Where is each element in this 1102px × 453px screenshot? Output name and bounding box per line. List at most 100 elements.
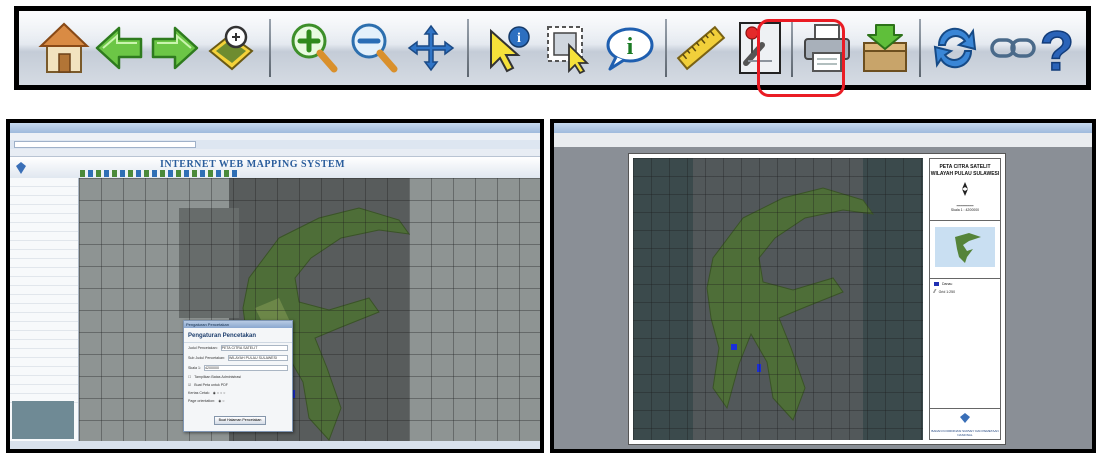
legend-title-line1: PETA CITRA SATELIT — [939, 164, 991, 170]
layer-row[interactable] — [10, 259, 78, 268]
toolbar-separator — [467, 19, 469, 77]
pdf-document-area: PETA CITRA SATELIT WILAYAH PULAU SULAWES… — [554, 147, 1092, 449]
layer-row[interactable] — [10, 349, 78, 358]
agency-name: BADAN KOORDINASI SURVEY DAN PEMETAAN NAS… — [931, 429, 999, 437]
map-view[interactable]: Pengaturan Pencetakan Pengaturan Penceta… — [79, 178, 540, 441]
help-button[interactable]: ? — [1029, 17, 1085, 79]
scale-input[interactable]: 4200000 — [204, 365, 288, 371]
layer-row[interactable] — [10, 295, 78, 304]
layer-row[interactable] — [10, 241, 78, 250]
layer-row[interactable] — [10, 232, 78, 241]
zoom-in-icon — [291, 23, 338, 73]
layer-row[interactable] — [10, 223, 78, 232]
web-mapping-screenshot: INTERNET WEB MAPPING SYSTEM Pengaturan P… — [6, 119, 544, 453]
forward-button[interactable] — [147, 17, 203, 79]
pdf-checkbox[interactable]: ☑ — [188, 383, 191, 387]
mini-toolbar — [80, 170, 240, 177]
agency-logo-icon — [16, 162, 26, 174]
status-bar — [10, 441, 540, 449]
layer-row[interactable] — [10, 340, 78, 349]
layer-row[interactable] — [10, 196, 78, 205]
app-header: INTERNET WEB MAPPING SYSTEM — [10, 157, 540, 179]
refresh-button[interactable] — [927, 17, 983, 79]
layer-sidebar — [10, 178, 79, 441]
layer-row[interactable] — [10, 322, 78, 331]
layer-row[interactable] — [10, 313, 78, 322]
map-toolbar: i i ? — [14, 6, 1091, 97]
back-arrow-icon — [95, 26, 143, 70]
zoom-out-button[interactable] — [345, 17, 401, 79]
zoom-in-button[interactable] — [285, 17, 341, 79]
download-icon — [863, 24, 907, 72]
legend-title-line2: WILAYAH PULAU SULAWESI — [930, 171, 1000, 177]
scale-bar: ━━━━━━━━ — [956, 204, 974, 208]
layer-row[interactable] — [10, 304, 78, 313]
paper-size-radios[interactable]: ◉ ○ ○ ○ — [213, 391, 226, 395]
admin-boundary-checkbox[interactable]: ☐ — [188, 375, 191, 379]
layer-row[interactable] — [10, 205, 78, 214]
toolbar-separator — [919, 19, 921, 77]
layer-row[interactable] — [10, 376, 78, 385]
paper-size-label: Kertas Cetak: — [188, 391, 210, 395]
layer-row[interactable] — [10, 250, 78, 259]
scale-text: Skala 1 : 4200000 — [950, 208, 980, 212]
svg-text:i: i — [627, 34, 634, 60]
home-icon — [38, 22, 90, 73]
toolbar-background: i i ? — [19, 11, 1086, 97]
zoom-extent-button[interactable] — [203, 17, 259, 79]
overview-map[interactable] — [12, 401, 74, 439]
layer-row[interactable] — [10, 367, 78, 376]
index-map — [935, 227, 995, 267]
layer-row[interactable] — [10, 331, 78, 340]
toolbar-separator — [269, 19, 271, 77]
zoom-extent-icon — [208, 25, 254, 71]
pan-button[interactable] — [403, 17, 459, 79]
identify-button[interactable]: i — [481, 17, 537, 79]
map-legend: PETA CITRA SATELIT WILAYAH PULAU SULAWES… — [929, 158, 1001, 440]
layer-row[interactable] — [10, 385, 78, 394]
lake-swatch — [934, 282, 939, 286]
layer-row[interactable] — [10, 277, 78, 286]
dialog-field-label: Skala 1: — [188, 366, 201, 370]
pdf-viewer-window: PETA CITRA SATELIT WILAYAH PULAU SULAWES… — [554, 123, 1092, 449]
dialog-title-bar: Pengaturan Pencetakan — [184, 321, 292, 328]
app-title: INTERNET WEB MAPPING SYSTEM — [160, 159, 346, 170]
help-icon: ? — [1039, 18, 1075, 78]
svg-text:?: ? — [1040, 19, 1074, 78]
select-button[interactable] — [541, 17, 597, 79]
select-icon — [547, 26, 590, 75]
create-print-page-button[interactable]: Buat Halaman Pencetakan — [214, 416, 266, 425]
info-icon: i — [606, 27, 654, 71]
print-title-input[interactable]: PETA CITRA SATELIT — [220, 345, 288, 351]
identify-icon: i — [490, 26, 530, 73]
download-button[interactable] — [857, 17, 913, 79]
layer-row[interactable] — [10, 178, 78, 187]
layer-row[interactable] — [10, 286, 78, 295]
layer-row[interactable] — [10, 268, 78, 277]
print-layout-highlight — [757, 19, 845, 97]
pdf-print-screenshot: PETA CITRA SATELIT WILAYAH PULAU SULAWES… — [550, 119, 1096, 453]
dialog-field-label: Sub Judul Pencetakan: — [188, 356, 225, 360]
layer-row[interactable] — [10, 214, 78, 223]
measure-button[interactable] — [673, 17, 729, 79]
info-button[interactable]: i — [601, 17, 657, 79]
ruler-icon — [676, 25, 726, 71]
pdf-page: PETA CITRA SATELIT WILAYAH PULAU SULAWES… — [628, 153, 1006, 445]
grid-symbol-icon: ⁄⁄ — [934, 289, 936, 295]
dialog-field-label: Judul Pencetakan: — [188, 346, 218, 350]
dialog-heading: Pengaturan Pencetakan — [184, 328, 292, 343]
pan-icon — [407, 24, 455, 72]
svg-text:i: i — [517, 31, 521, 46]
back-button[interactable] — [91, 17, 147, 79]
address-field — [14, 141, 196, 148]
zoom-out-icon — [351, 23, 398, 73]
layer-row[interactable] — [10, 187, 78, 196]
print-subtitle-input[interactable]: WILAYAH PULAU SULAWESI — [227, 355, 288, 361]
orientation-radios[interactable]: ◉ ○ — [218, 399, 224, 403]
north-arrow-icon — [962, 182, 968, 196]
agency-logo-icon — [960, 413, 970, 423]
home-button[interactable] — [36, 17, 92, 79]
layer-row[interactable] — [10, 358, 78, 367]
orientation-label: Page orientation: — [188, 399, 216, 403]
pdf-toolbar — [554, 133, 1092, 148]
